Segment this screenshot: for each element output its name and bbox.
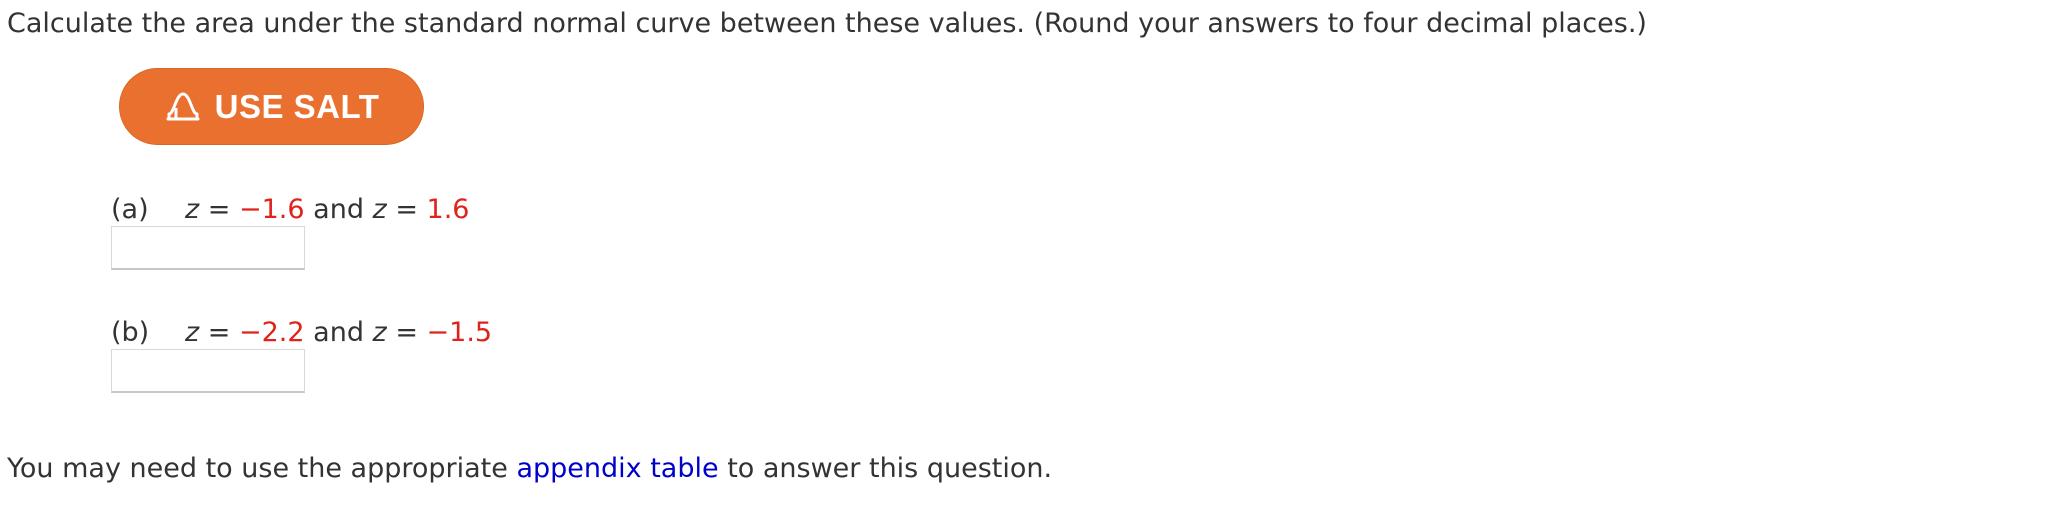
part-b-prompt: (b) z = −2.2 and z = −1.5	[111, 315, 492, 351]
part-b-value2: −1.5	[426, 317, 493, 348]
part-b-eq2: =	[395, 317, 418, 348]
part-a-eq2: =	[395, 194, 418, 225]
normal-curve-icon	[164, 88, 202, 126]
part-a-prompt: (a) z = −1.6 and z = 1.6	[111, 192, 470, 228]
part-a-conj: and	[313, 194, 364, 225]
part-b-answer-input[interactable]	[111, 349, 305, 393]
part-b-value1: −2.2	[239, 317, 305, 348]
part-b-letter: (b)	[111, 317, 150, 348]
part-a-value1: −1.6	[239, 194, 305, 225]
part-a-letter: (a)	[111, 194, 149, 225]
part-b-conj: and	[313, 317, 364, 348]
footer-text-after: to answer this question.	[718, 453, 1053, 484]
part-a-var1: z	[185, 194, 200, 225]
part-a-answer-input[interactable]	[111, 226, 305, 270]
question-instruction: Calculate the area under the standard no…	[7, 8, 1647, 39]
footer-note: You may need to use the appropriate appe…	[7, 451, 1052, 487]
use-salt-label: USE SALT	[214, 87, 380, 125]
footer-text-before: You may need to use the appropriate	[7, 453, 517, 484]
part-b-var2: z	[372, 317, 387, 348]
appendix-table-link[interactable]: appendix table	[516, 453, 718, 484]
part-b-var1: z	[185, 317, 200, 348]
use-salt-button[interactable]: USE SALT	[119, 68, 424, 145]
part-a-value2: 1.6	[426, 194, 470, 225]
part-b-eq1: =	[207, 317, 231, 348]
part-a-eq1: =	[207, 194, 231, 225]
part-a-var2: z	[372, 194, 387, 225]
